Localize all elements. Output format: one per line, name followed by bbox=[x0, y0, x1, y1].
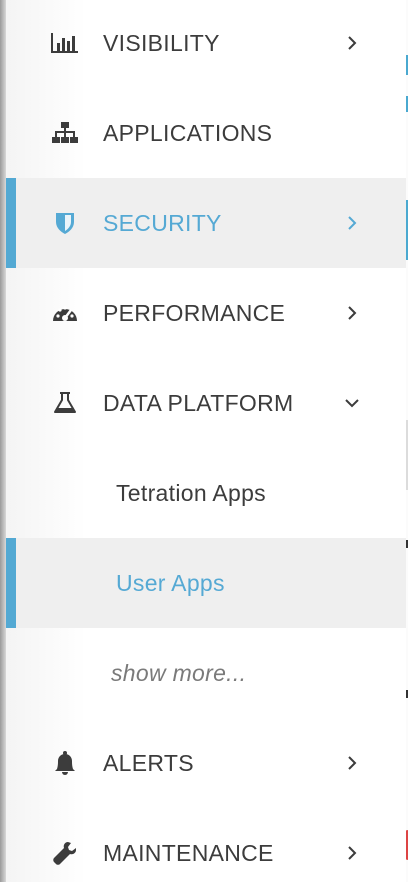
nav-item-performance[interactable]: PERFORMANCE bbox=[6, 268, 406, 358]
show-more-link[interactable]: show more... bbox=[6, 628, 406, 718]
chevron-right-icon bbox=[342, 843, 362, 863]
nav-subitem-user-apps[interactable]: User Apps bbox=[6, 538, 406, 628]
nav-item-maintenance[interactable]: MAINTENANCE bbox=[6, 808, 406, 882]
nav-subitem-label: User Apps bbox=[116, 569, 225, 596]
nav-item-label: PERFORMANCE bbox=[103, 299, 286, 326]
nav-item-label: APPLICATIONS bbox=[103, 119, 273, 146]
nav-item-applications[interactable]: APPLICATIONS bbox=[6, 88, 406, 178]
speedometer-icon bbox=[50, 298, 80, 328]
chevron-right-icon bbox=[342, 303, 362, 323]
nav-item-data-platform[interactable]: DATA PLATFORM bbox=[6, 358, 406, 448]
nav-item-alerts[interactable]: ALERTS bbox=[6, 718, 406, 808]
sidebar-nav: VISIBILITY APPLICATIONS SECURITY PERFORM… bbox=[6, 0, 406, 882]
chevron-right-icon bbox=[342, 213, 362, 233]
wrench-icon bbox=[50, 838, 80, 868]
nav-item-visibility[interactable]: VISIBILITY bbox=[6, 0, 406, 88]
chevron-right-icon bbox=[342, 33, 362, 53]
nav-item-label: ALERTS bbox=[103, 749, 194, 776]
nav-item-label: SECURITY bbox=[103, 209, 222, 236]
nav-item-label: MAINTENANCE bbox=[103, 839, 274, 866]
nav-subitem-label: Tetration Apps bbox=[116, 479, 266, 506]
nav-item-label: DATA PLATFORM bbox=[103, 389, 294, 416]
flask-icon bbox=[50, 388, 80, 418]
chevron-right-icon bbox=[342, 753, 362, 773]
shield-icon bbox=[50, 208, 80, 238]
bell-icon bbox=[50, 748, 80, 778]
nav-item-label: VISIBILITY bbox=[103, 29, 220, 56]
nav-item-security[interactable]: SECURITY bbox=[6, 178, 406, 268]
nav-subitem-tetration-apps[interactable]: Tetration Apps bbox=[6, 448, 406, 538]
show-more-label: show more... bbox=[111, 659, 247, 686]
chevron-down-icon bbox=[342, 393, 362, 413]
bar-chart-icon bbox=[50, 28, 80, 58]
sitemap-icon bbox=[50, 118, 80, 148]
